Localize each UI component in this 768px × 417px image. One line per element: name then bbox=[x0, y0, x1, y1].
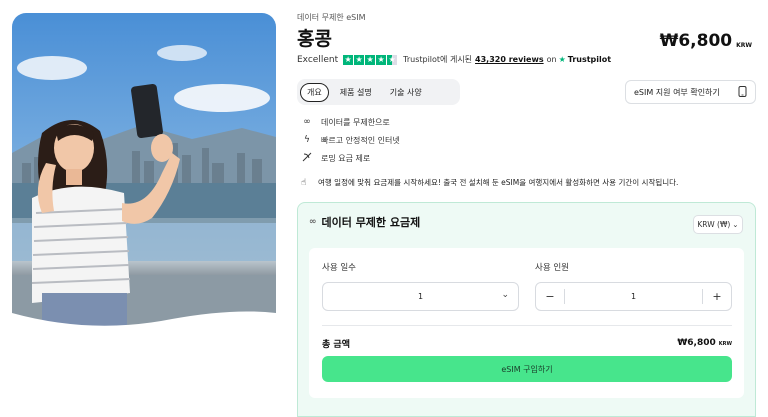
total-currency: KRW bbox=[718, 341, 732, 347]
days-select[interactable]: 1 ⌄ bbox=[322, 282, 519, 311]
people-value[interactable]: 1 bbox=[565, 292, 702, 301]
increment-button[interactable]: + bbox=[703, 290, 731, 303]
trustpilot-logo: Trustpilot bbox=[567, 55, 612, 64]
lightning-icon: ϟ bbox=[304, 135, 310, 145]
tab-specs[interactable]: 기술 사양 bbox=[383, 83, 429, 102]
plan-header: ∞ 데이터 무제한 요금제 bbox=[309, 214, 420, 230]
hand-pointer-icon: ☝ bbox=[301, 177, 307, 188]
feature-text: 로밍 요금 제로 bbox=[321, 153, 371, 163]
feature-text: 데이터를 무제한으로 bbox=[321, 117, 390, 127]
price-currency: KRW bbox=[736, 42, 752, 49]
infinity-icon: ∞ bbox=[303, 117, 311, 127]
star-icon: ★ bbox=[376, 54, 387, 65]
compatibility-check-label: eSIM 지원 여부 확인하기 bbox=[634, 87, 720, 97]
product-tabs: 개요 제품 설명 기술 사양 bbox=[297, 79, 460, 105]
buy-esim-button[interactable]: eSIM 구입하기 bbox=[322, 356, 732, 382]
plan-options-card: 사용 일수 사용 인원 1 ⌄ − 1 + 총 금액 ₩6,800 KRW eS… bbox=[309, 248, 744, 398]
trustpilot-rating[interactable]: Excellent ★ ★ ★ ★ ★ Trustpilot에 게시된 43,3… bbox=[297, 54, 611, 65]
feature-item: 로밍 요금 제로 bbox=[301, 149, 400, 167]
rating-stars: ★ ★ ★ ★ ★ bbox=[343, 54, 398, 65]
rating-posted-text: Trustpilot에 게시된 bbox=[403, 55, 473, 64]
tab-overview[interactable]: 개요 bbox=[300, 82, 329, 102]
feature-item: ϟ 빠르고 안정적인 인터넷 bbox=[301, 131, 400, 149]
plan-title: 데이터 무제한 요금제 bbox=[321, 216, 421, 229]
feature-item: ∞ 데이터를 무제한으로 bbox=[301, 113, 400, 131]
star-icon: ★ bbox=[354, 54, 365, 65]
total-amount: ₩6,800 KRW bbox=[677, 338, 732, 348]
hero-image bbox=[12, 13, 276, 329]
price: ₩6,800 KRW bbox=[660, 31, 752, 51]
compatibility-check-button[interactable]: eSIM 지원 여부 확인하기 bbox=[625, 80, 756, 104]
people-stepper: − 1 + bbox=[535, 282, 732, 311]
infinity-icon: ∞ bbox=[309, 217, 317, 227]
chevron-down-icon: ⌄ bbox=[732, 220, 739, 229]
days-label: 사용 일수 bbox=[322, 263, 356, 273]
days-value: 1 bbox=[417, 292, 424, 301]
rating-on-text: on bbox=[546, 55, 557, 64]
tab-description[interactable]: 제품 설명 bbox=[333, 83, 379, 102]
breadcrumb: 데이터 무제한 eSIM bbox=[297, 13, 366, 22]
trustpilot-star-icon: ★ bbox=[558, 55, 566, 64]
plan-panel: ∞ 데이터 무제한 요금제 KRW (₩) ⌄ 사용 일수 사용 인원 1 ⌄ … bbox=[297, 202, 756, 417]
currency-select-value: KRW (₩) bbox=[697, 220, 731, 229]
activation-notice: ☝ 여행 일정에 맞춰 요금제를 시작하세요! 출국 전 설치해 둔 eSIM을… bbox=[301, 177, 678, 188]
star-icon: ★ bbox=[365, 54, 376, 65]
divider bbox=[322, 325, 732, 326]
rating-label: Excellent bbox=[297, 54, 339, 65]
no-roaming-icon bbox=[301, 152, 313, 165]
page-title: 홍콩 bbox=[297, 28, 332, 50]
currency-select[interactable]: KRW (₩) ⌄ bbox=[693, 215, 743, 234]
star-half-icon: ★ bbox=[387, 54, 398, 65]
feature-list: ∞ 데이터를 무제한으로 ϟ 빠르고 안정적인 인터넷 로밍 요금 제로 bbox=[301, 113, 400, 167]
notice-text: 여행 일정에 맞춰 요금제를 시작하세요! 출국 전 설치해 둔 eSIM을 여… bbox=[318, 178, 679, 187]
phone-check-icon bbox=[738, 85, 747, 99]
total-amount-value: ₩6,800 bbox=[677, 338, 716, 348]
decrement-button[interactable]: − bbox=[536, 290, 564, 303]
star-icon: ★ bbox=[343, 54, 354, 65]
total-label: 총 금액 bbox=[322, 340, 350, 350]
people-label: 사용 인원 bbox=[535, 263, 569, 273]
price-amount: ₩6,800 bbox=[659, 31, 733, 51]
chevron-down-icon: ⌄ bbox=[501, 290, 509, 300]
reviews-link[interactable]: 43,320 reviews bbox=[475, 55, 544, 64]
feature-text: 빠르고 안정적인 인터넷 bbox=[321, 135, 400, 145]
